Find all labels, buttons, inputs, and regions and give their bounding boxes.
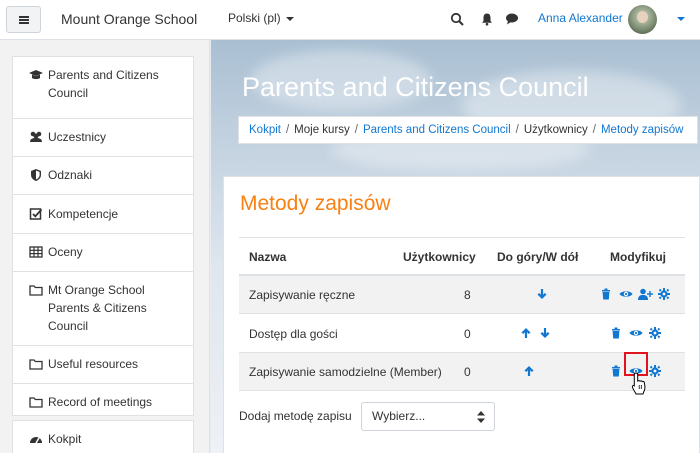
arrow-down-icon[interactable] (539, 327, 551, 339)
language-menu[interactable]: Polski (pl) (228, 11, 294, 25)
breadcrumb-users: Użytkownicy (523, 124, 588, 136)
site-nav-group: Kokpit (12, 420, 194, 453)
chat-bubble-icon[interactable] (505, 12, 519, 26)
user-count: 0 (464, 327, 471, 341)
table-row: Zapisywanie ręczne 8 (239, 276, 685, 314)
dashboard-icon (30, 437, 42, 444)
header-edit: Modyfikuj (610, 250, 666, 264)
table-icon (29, 246, 43, 258)
gear-icon[interactable] (649, 327, 661, 339)
table-header: Nazwa Użytkownicy Do góry/W dół Modyfiku… (239, 237, 685, 276)
nav-drawer: Parents and Citizens Council Uczestnicy … (0, 40, 210, 453)
drawer-item-course-home[interactable]: Parents and Citizens Council (13, 66, 193, 119)
user-name[interactable]: Anna Alexander (538, 11, 623, 25)
drawer-item-dashboard[interactable]: Kokpit (13, 430, 193, 453)
trash-icon[interactable] (610, 365, 622, 377)
drawer-item-useful-resources[interactable]: Useful resources (13, 346, 193, 384)
drawer-item-label: Kokpit (48, 432, 82, 446)
gear-icon[interactable] (658, 288, 670, 300)
hand-pointer-icon (631, 372, 646, 395)
search-icon[interactable] (450, 12, 464, 26)
drawer-item-grades[interactable]: Oceny (13, 234, 193, 272)
eye-icon[interactable] (619, 288, 633, 300)
drawer-item-label: Uczestnicy (48, 130, 107, 144)
header-order: Do góry/W dół (497, 250, 579, 264)
breadcrumb-enrolment-methods[interactable]: Metody zapisów (601, 124, 683, 136)
site-name[interactable]: Mount Orange School (61, 11, 197, 27)
hamburger-icon (18, 15, 29, 24)
method-name: Zapisywanie ręczne (249, 288, 356, 302)
check-square-icon (29, 208, 43, 220)
drawer-item-label: Parents and Citizens Council (48, 68, 159, 100)
folder-icon (29, 285, 43, 296)
enrol-users-icon[interactable] (638, 288, 653, 300)
drawer-item-label: Mt Orange School Parents & Citizens Coun… (48, 283, 147, 333)
shield-icon (31, 169, 41, 181)
trash-icon[interactable] (610, 327, 622, 339)
drawer-item-label: Record of meetings (48, 395, 153, 409)
folder-icon (29, 359, 43, 370)
arrow-up-icon[interactable] (520, 327, 532, 339)
course-nav-group: Parents and Citizens Council Uczestnicy … (12, 56, 194, 416)
drawer-item-record-of-meetings[interactable]: Record of meetings (13, 384, 193, 416)
add-method-select[interactable]: Wybierz... (361, 402, 495, 431)
eye-icon[interactable] (629, 327, 643, 339)
drawer-item-competencies[interactable]: Kompetencje (13, 195, 193, 234)
user-count: 8 (464, 288, 471, 302)
drawer-item-label: Odznaki (48, 168, 93, 182)
top-navbar: Mount Orange School Polski (pl) Anna Ale… (0, 0, 700, 40)
drawer-item-participants[interactable]: Uczestnicy (13, 119, 193, 157)
select-arrows-icon (477, 411, 485, 423)
bell-icon[interactable] (480, 12, 494, 26)
method-name: Dostęp dla gości (249, 327, 338, 341)
breadcrumb-dashboard[interactable]: Kokpit (249, 124, 281, 136)
header-users: Użytkownicy (403, 250, 476, 264)
drawer-item-label: Oceny (48, 245, 83, 259)
drawer-item-section-council[interactable]: Mt Orange School Parents & Citizens Coun… (13, 272, 193, 346)
add-method-label: Dodaj metodę zapisu (239, 409, 352, 423)
table-row: Zapisywanie samodzielne (Member) 0 (239, 353, 685, 391)
drawer-item-label: Useful resources (48, 357, 139, 371)
card-title: Metody zapisów (240, 192, 391, 215)
add-method-selected: Wybierz... (372, 409, 426, 423)
drawer-item-label: Kompetencje (48, 207, 119, 221)
page-title: Parents and Citizens Council (242, 72, 589, 102)
folder-icon (29, 397, 43, 408)
breadcrumb: Kokpit / Moje kursy / Parents and Citizens C… (238, 116, 698, 144)
avatar[interactable] (628, 5, 657, 34)
user-menu-caret-icon[interactable] (677, 17, 685, 21)
user-count: 0 (464, 365, 471, 379)
breadcrumb-course[interactable]: Parents and Citizens Council (363, 124, 511, 136)
breadcrumb-my-courses: Moje kursy (294, 124, 350, 136)
header-name: Nazwa (249, 250, 287, 264)
caret-down-icon (285, 16, 294, 21)
graduation-cap-icon (29, 70, 43, 80)
arrow-up-icon[interactable] (523, 365, 535, 377)
language-label: Polski (pl) (228, 11, 281, 25)
users-icon (30, 131, 42, 142)
table-row: Dostęp dla gości 0 (239, 315, 685, 353)
trash-icon[interactable] (600, 288, 612, 300)
drawer-item-badges[interactable]: Odznaki (13, 157, 193, 195)
arrow-down-icon[interactable] (536, 288, 548, 300)
method-name: Zapisywanie samodzielne (Member) (249, 365, 442, 379)
drawer-toggle-button[interactable] (6, 6, 41, 33)
gear-icon[interactable] (649, 365, 661, 377)
